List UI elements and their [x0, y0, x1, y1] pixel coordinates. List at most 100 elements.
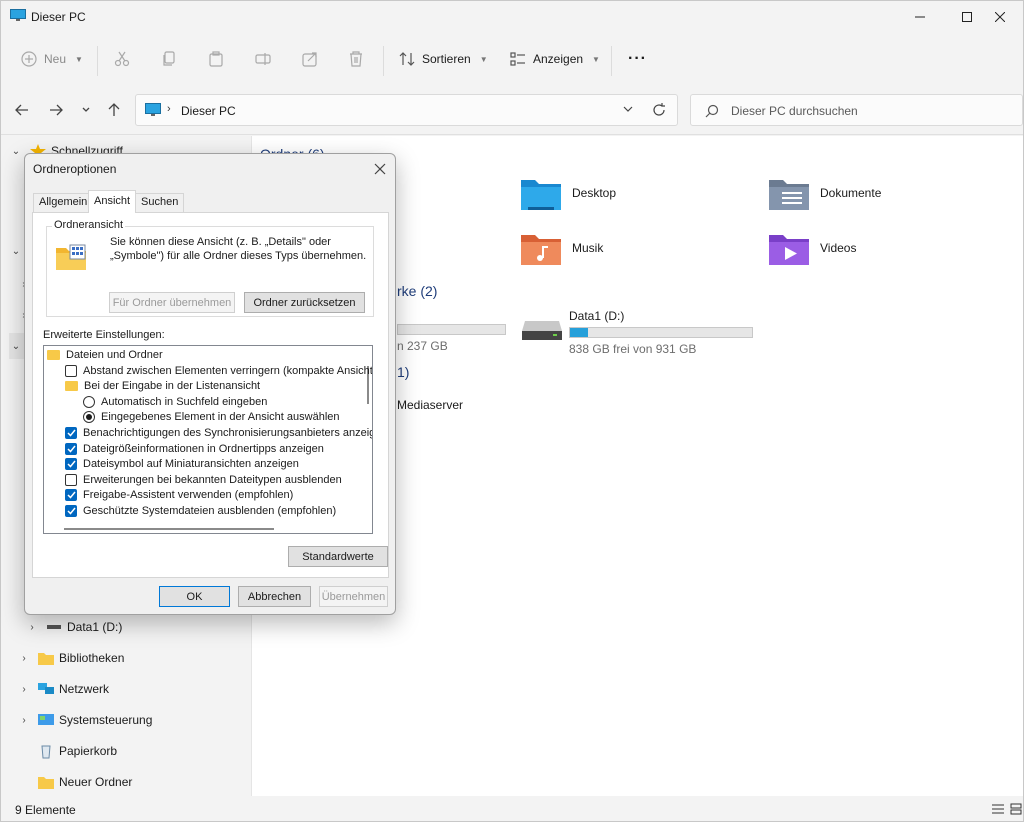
network-item-mediaserver[interactable]: Mediaserver: [397, 398, 463, 412]
setting-row[interactable]: Dateien und Ordner: [47, 347, 163, 363]
cut-button[interactable]: [114, 46, 130, 72]
setting-label: Dateisymbol auf Miniaturansichten anzeig…: [83, 458, 299, 471]
setting-row[interactable]: Freigabe-Assistent verwenden (empfohlen): [65, 487, 293, 503]
setting-row[interactable]: Benachrichtigungen des Synchronisierungs…: [65, 425, 372, 441]
checkbox-checked[interactable]: [65, 505, 77, 517]
ok-button[interactable]: OK: [159, 586, 230, 607]
folder-desktop[interactable]: Desktop: [520, 176, 616, 212]
back-button[interactable]: [13, 101, 31, 119]
sort-button[interactable]: Sortieren ▼: [399, 46, 488, 72]
radio-selected[interactable]: [83, 411, 95, 424]
drives-group-header[interactable]: rke (2): [397, 283, 437, 299]
delete-button[interactable]: [348, 46, 364, 72]
sidebar-item-libraries[interactable]: › Bibliotheken: [17, 645, 124, 671]
setting-row[interactable]: Dateigrößeinformationen in Ordnertipps a…: [65, 441, 324, 457]
pc-icon: [10, 9, 26, 21]
window-title: Dieser PC: [31, 10, 86, 24]
chevron-down-icon[interactable]: ⌄: [9, 146, 23, 157]
tiles-view-icon[interactable]: [1010, 802, 1022, 816]
tab-general[interactable]: Allgemein: [33, 193, 94, 212]
search-icon: [705, 104, 719, 118]
close-icon[interactable]: [371, 160, 389, 178]
checkbox-checked[interactable]: [65, 489, 77, 502]
apply-to-folders-button[interactable]: Für Ordner übernehmen: [109, 292, 235, 313]
setting-row[interactable]: Automatisch in Suchfeld eingeben: [83, 394, 267, 410]
sidebar-item-new-folder[interactable]: Neuer Ordner: [31, 769, 132, 795]
sidebar-item-network[interactable]: › Netzwerk: [17, 676, 109, 702]
setting-row[interactable]: Abstand zwischen Elementen verringern (k…: [65, 363, 372, 379]
restore-defaults-button[interactable]: Standardwerte: [288, 546, 388, 567]
folder-label: Musik: [572, 241, 604, 255]
chevron-right-icon[interactable]: ›: [17, 684, 31, 695]
chevron-down-icon[interactable]: ⌄: [9, 341, 23, 352]
setting-row[interactable]: Geschützte Systemdateien ausblenden (emp…: [65, 503, 336, 519]
recent-locations-button[interactable]: [77, 101, 95, 119]
horizontal-scrollbar[interactable]: [64, 528, 274, 530]
more-options-button[interactable]: ···: [628, 46, 647, 72]
copy-button[interactable]: [161, 46, 177, 72]
new-button[interactable]: Neu ▼: [21, 46, 83, 72]
title-bar: Dieser PC: [1, 1, 1023, 33]
breadcrumb[interactable]: Dieser PC: [181, 104, 236, 118]
sidebar-item-label: Data1 (D:): [67, 620, 123, 634]
sidebar-item-control-panel[interactable]: › Systemsteuerung: [17, 707, 152, 733]
up-button[interactable]: [105, 101, 123, 119]
folder-music[interactable]: Musik: [520, 231, 603, 267]
documents-folder-icon: [769, 180, 809, 210]
rename-button[interactable]: [255, 46, 271, 72]
folder-icon: [38, 653, 54, 665]
tab-search[interactable]: Suchen: [135, 193, 185, 212]
advanced-settings-label: Erweiterte Einstellungen:: [43, 329, 165, 341]
setting-label: Dateien und Ordner: [66, 349, 163, 361]
drive-free-space: 838 GB frei von 931 GB: [569, 342, 697, 356]
minimize-button[interactable]: [897, 1, 943, 33]
forward-button[interactable]: [47, 101, 65, 119]
checkbox[interactable]: [65, 473, 77, 486]
address-bar[interactable]: › Dieser PC: [135, 94, 678, 126]
recycle-bin-icon: [41, 745, 51, 759]
sidebar-item-recycle-bin[interactable]: Papierkorb: [31, 738, 117, 764]
folder-videos[interactable]: Videos: [768, 231, 856, 267]
tab-view[interactable]: Ansicht: [88, 190, 137, 213]
breadcrumb-separator-icon: ›: [167, 103, 171, 115]
chevron-down-icon[interactable]: ⌄: [9, 246, 23, 257]
drive-c-free: n 237 GB: [397, 339, 448, 353]
reset-folders-button[interactable]: Ordner zurücksetzen: [244, 292, 365, 313]
apply-button[interactable]: Übernehmen: [319, 586, 388, 607]
folder-view-description: Sie können diese Ansicht (z. B. „Details…: [110, 236, 367, 262]
share-button[interactable]: [302, 46, 318, 72]
setting-row[interactable]: Erweiterungen bei bekannten Dateitypen a…: [65, 472, 342, 488]
more-icon: ···: [628, 50, 647, 67]
setting-row[interactable]: Dateisymbol auf Miniaturansichten anzeig…: [65, 456, 299, 472]
setting-row[interactable]: Bei der Eingabe in der Listenansicht: [65, 378, 260, 394]
folder-documents[interactable]: Dokumente: [768, 176, 881, 212]
sidebar-item-data1[interactable]: › Data1 (D:): [25, 614, 122, 640]
checkbox-checked[interactable]: [65, 427, 77, 439]
paste-button[interactable]: [208, 46, 224, 72]
videos-folder-icon: [769, 235, 809, 265]
chevron-down-icon[interactable]: [623, 105, 633, 113]
close-button[interactable]: [977, 1, 1023, 33]
radio[interactable]: [83, 395, 95, 408]
checkbox[interactable]: [65, 364, 77, 377]
network-group-header[interactable]: 1): [397, 364, 409, 380]
advanced-settings-list[interactable]: Dateien und Ordner Abstand zwischen Eleme…: [43, 345, 373, 534]
folder-label: Dokumente: [820, 186, 882, 200]
view-list-icon: [510, 52, 525, 66]
drive-data1[interactable]: Data1 (D:) 838 GB frei von 931 GB: [521, 309, 761, 359]
details-view-icon[interactable]: [991, 802, 1005, 816]
chevron-right-icon[interactable]: ›: [17, 653, 31, 664]
checkbox-checked[interactable]: [65, 442, 77, 455]
copy-icon: [163, 51, 175, 66]
chevron-right-icon[interactable]: ›: [17, 715, 31, 726]
sidebar-expander[interactable]: ⌄: [9, 238, 23, 264]
search-box[interactable]: Dieser PC durchsuchen: [690, 94, 1023, 126]
view-button[interactable]: Anzeigen ▼: [510, 46, 600, 72]
folder-view-icon: [56, 244, 86, 270]
checkbox-checked[interactable]: [65, 458, 77, 471]
setting-row[interactable]: Eingegebenes Element in der Ansicht ausw…: [83, 409, 340, 425]
chevron-right-icon[interactable]: ›: [25, 622, 39, 633]
search-input[interactable]: Dieser PC durchsuchen: [731, 104, 858, 118]
cancel-button[interactable]: Abbrechen: [238, 586, 311, 607]
refresh-icon[interactable]: [652, 103, 666, 117]
